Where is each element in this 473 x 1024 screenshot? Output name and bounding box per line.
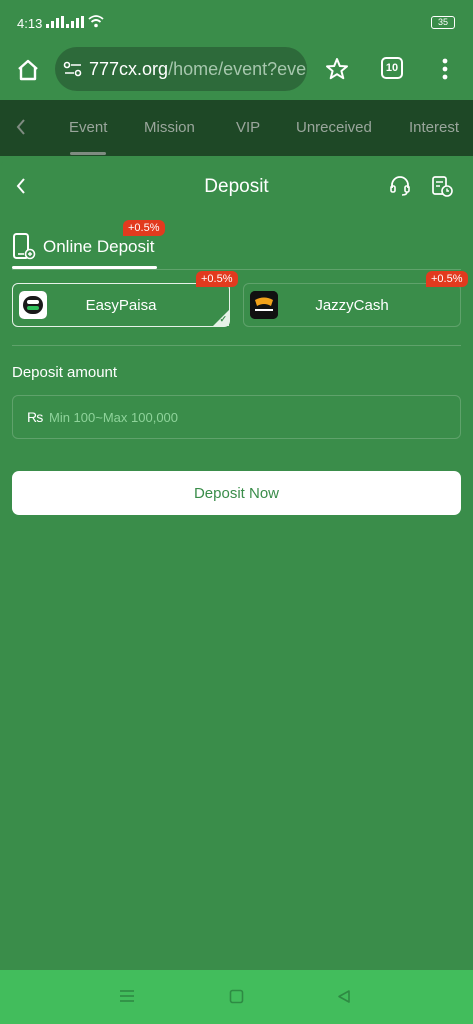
deposit-amount-label: Deposit amount	[12, 364, 118, 381]
browser-toolbar: 777cx.org/home/event?eve 10	[0, 44, 473, 100]
divider	[12, 269, 461, 270]
deposit-now-button[interactable]: Deposit Now	[12, 471, 461, 515]
home-nav-icon[interactable]	[229, 989, 244, 1004]
nav-item-unreceived[interactable]: Unreceived	[296, 119, 372, 136]
channel-name: JazzyCash	[315, 297, 389, 314]
tab-switcher-button[interactable]: 10	[381, 57, 403, 79]
channel-jazzycash[interactable]: JazzyCash	[243, 283, 461, 327]
nav-item-mission[interactable]: Mission	[144, 119, 195, 136]
system-nav-bar	[0, 970, 473, 1024]
home-icon[interactable]	[14, 56, 42, 84]
url-path: /home/event?eve	[168, 59, 307, 79]
status-time: 4:13	[17, 16, 43, 31]
url-text: 777cx.org/home/event?eve	[89, 59, 306, 80]
divider	[12, 345, 461, 346]
phone-deposit-icon	[13, 233, 36, 260]
more-vert-icon[interactable]	[438, 56, 452, 82]
currency-symbol: ₨	[27, 409, 44, 425]
wifi-icon	[88, 15, 104, 28]
nav-item-event[interactable]: Event	[69, 119, 107, 136]
headset-icon[interactable]	[388, 174, 412, 198]
signal-icon	[46, 16, 64, 28]
url-host: 777cx.org	[89, 59, 169, 79]
signal-icon-2	[66, 16, 84, 28]
history-icon[interactable]	[430, 174, 454, 198]
amount-input[interactable]	[49, 405, 449, 429]
nav-active-indicator	[70, 152, 106, 155]
bonus-badge: +0.5%	[123, 220, 165, 236]
star-icon[interactable]	[324, 56, 350, 82]
nav-item-vip[interactable]: VIP	[236, 119, 260, 136]
recents-icon[interactable]	[119, 989, 135, 1003]
chevron-left-icon[interactable]	[14, 117, 28, 137]
bonus-badge: +0.5%	[426, 271, 468, 287]
tab-online-deposit-label: Online Deposit	[43, 237, 155, 256]
deposit-sheet: Deposit Online Deposit +0.5% EasyPaisa ✓…	[0, 156, 473, 970]
bonus-badge: +0.5%	[196, 271, 238, 287]
check-icon: ✓	[219, 314, 227, 324]
site-settings-icon[interactable]	[63, 61, 83, 77]
address-bar[interactable]: 777cx.org/home/event?eve	[55, 47, 307, 91]
page-nav: Event Mission VIP Unreceived Interest	[0, 100, 473, 156]
channel-name: EasyPaisa	[85, 297, 157, 314]
channel-easypaisa[interactable]: EasyPaisa ✓	[12, 283, 230, 327]
status-bar: 4:13 35	[0, 0, 473, 44]
back-nav-icon[interactable]	[337, 989, 351, 1004]
nav-item-interest[interactable]: Interest	[409, 119, 459, 136]
battery-indicator: 35	[431, 16, 455, 29]
deposit-amount-field[interactable]: ₨	[12, 395, 461, 439]
